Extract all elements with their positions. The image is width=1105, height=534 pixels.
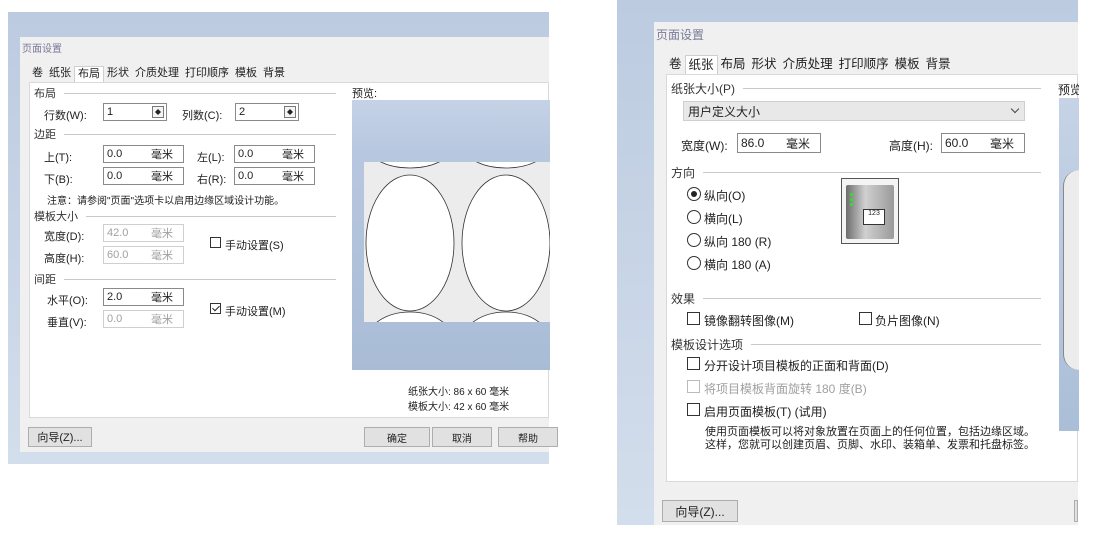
left-margin-label: 左(L): [197,152,225,164]
right-tab-template[interactable]: 模板 [892,55,923,74]
label-printer-icon: 123 [841,178,899,244]
right-tab-layout[interactable]: 布局 [718,55,749,74]
preview-label: 预览: [352,88,378,100]
page-template-checkbox[interactable] [687,403,700,416]
spacing-section: 间距 [34,271,336,287]
left-tab-background[interactable]: 背景 [260,66,288,82]
rows-spin-arrows-icon[interactable] [152,106,164,118]
orientation-landscape180-label: 横向 180 (A) [704,258,771,272]
mirror-label: 镜像翻转图像(M) [704,314,794,328]
ok-button[interactable]: 确定 [364,427,430,447]
spacing-manual-label: 手动设置(M) [225,306,286,318]
cols-spin-arrows-icon[interactable] [284,106,296,118]
preview-area [352,100,550,370]
left-tab-shape[interactable]: 形状 [104,66,132,82]
spacing-h-input[interactable]: 2.0 毫米 [103,288,184,306]
left-tab-layout[interactable]: 布局 [74,66,104,82]
preview-template-size: 模板大小: 42 x 60 毫米 [408,402,510,413]
orientation-portrait-label: 纵向(O) [704,189,746,203]
paper-width-label: 宽度(W): [681,139,728,153]
spacing-v-label: 垂直(V): [47,317,87,329]
page-template-desc-2: 这样，您就可以创建页眉、页脚、水印、装箱单、发票和托盘标签。 [705,439,1035,451]
orientation-landscape180-radio[interactable] [687,256,701,270]
negative-checkbox[interactable] [859,312,872,325]
page-template-label: 启用页面模板(T) (试用) [704,405,827,419]
right-wizard-button[interactable]: 向导(Z)... [662,500,738,522]
left-tab-panel: 布局 行数(W): 1 列数(C): 2 边距 上(T): 0.0 毫米 左(L)… [29,82,550,418]
top-margin-input[interactable]: 0.0 毫米 [103,145,184,163]
spacing-v-input[interactable]: 0.0 毫米 [103,310,184,328]
cancel-button[interactable]: 取消 [432,427,492,447]
right-tab-paper[interactable]: 纸张 [684,55,718,74]
left-tab-paper[interactable]: 纸张 [46,66,74,82]
margins-section: 边距 [34,126,336,142]
orientation-landscape-label: 横向(L) [704,212,743,226]
right-tab-panel: 纸张大小(P) 用户定义大小 宽度(W): 86.0 毫米 高度(H): 60.0… [666,74,1079,482]
margins-note: 注意：请参阅"页面"选项卡以启用边缘区域设计功能。 [47,196,285,207]
rotate-back-label: 将项目模板背面旋转 180 度(B) [704,382,867,396]
paper-height-input[interactable]: 60.0 毫米 [941,133,1025,153]
template-width-input[interactable]: 42.0 毫米 [103,224,184,242]
right-margin-label: 右(R): [197,174,227,186]
right-margin-input[interactable]: 0.0 毫米 [234,167,315,185]
printer-label-text: 123 [868,210,880,217]
top-margin-label: 上(T): [44,152,73,164]
help-button[interactable]: 帮助 [498,427,558,447]
left-tab-bar: 卷 纸张 布局 形状 介质处理 打印顺序 模板 背景 [29,66,288,82]
left-tab-roll[interactable]: 卷 [29,66,46,82]
rows-label: 行数(W): [44,110,87,122]
orientation-portrait180-label: 纵向 180 (R) [704,235,772,249]
paper-size-select[interactable]: 用户定义大小 [683,101,1025,121]
preview-paper [364,162,550,322]
cols-label: 列数(C): [182,110,223,122]
right-tab-media[interactable]: 介质处理 [780,55,836,74]
template-height-label: 高度(H): [44,253,85,265]
orientation-landscape-radio[interactable] [687,210,701,224]
right-ok-button-edge[interactable] [1074,500,1078,522]
right-dialog-title: 页面设置 [656,28,705,42]
split-design-label: 分开设计项目模板的正面和背面(D) [704,359,889,373]
rows-stepper[interactable]: 1 [103,103,167,121]
left-wizard-button[interactable]: 向导(Z)... [28,427,92,447]
left-tab-print-order[interactable]: 打印顺序 [182,66,232,82]
orientation-portrait-radio[interactable] [687,187,701,201]
paper-height-label: 高度(H): [889,139,933,153]
spacing-manual-checkbox[interactable] [210,303,221,314]
rotate-back-checkbox[interactable] [687,380,700,393]
right-tab-bar: 卷 纸张 布局 形状 介质处理 打印顺序 模板 背景 [666,55,954,74]
right-tab-background[interactable]: 背景 [923,55,954,74]
right-tab-shape[interactable]: 形状 [749,55,780,74]
right-preview-area [1059,98,1079,431]
layout-section: 布局 [34,85,336,101]
template-manual-checkbox[interactable] [210,237,221,248]
right-preview-label: 预览 [1058,83,1079,97]
left-page-setup-dialog: 页面设置 卷 纸张 布局 形状 介质处理 打印顺序 模板 背景 布局 行数(W)… [20,37,558,452]
right-tab-roll[interactable]: 卷 [666,55,685,74]
bottom-margin-input[interactable]: 0.0 毫米 [103,167,184,185]
right-tab-print-order[interactable]: 打印顺序 [836,55,892,74]
right-page-setup-dialog: 页面设置 卷 纸张 布局 形状 介质处理 打印顺序 模板 背景 纸张大小(P) … [654,22,1079,525]
left-margin-input[interactable]: 0.0 毫米 [234,145,315,163]
cols-stepper[interactable]: 2 [235,103,299,121]
left-tab-template[interactable]: 模板 [232,66,260,82]
template-options-section: 模板设计选项 [671,336,1041,353]
bottom-margin-label: 下(B): [44,174,73,186]
effects-section: 效果 [671,290,1041,307]
spacing-h-label: 水平(O): [47,295,88,307]
split-design-checkbox[interactable] [687,357,700,370]
preview-paper-size: 纸张大小: 86 x 60 毫米 [408,387,510,398]
paper-width-input[interactable]: 86.0 毫米 [737,133,821,153]
left-dialog-title: 页面设置 [22,44,62,55]
left-tab-media[interactable]: 介质处理 [132,66,182,82]
preview-labels-graphic [365,162,550,322]
orientation-portrait180-radio[interactable] [687,233,701,247]
mirror-checkbox[interactable] [687,312,700,325]
paper-size-section: 纸张大小(P) [671,80,1041,97]
negative-label: 负片图像(N) [875,314,940,328]
template-width-label: 宽度(D): [44,231,85,243]
chevron-down-icon [1010,104,1020,114]
template-size-section: 模板大小 [34,208,336,224]
template-height-input[interactable]: 60.0 毫米 [103,246,184,264]
template-manual-label: 手动设置(S) [225,240,284,252]
